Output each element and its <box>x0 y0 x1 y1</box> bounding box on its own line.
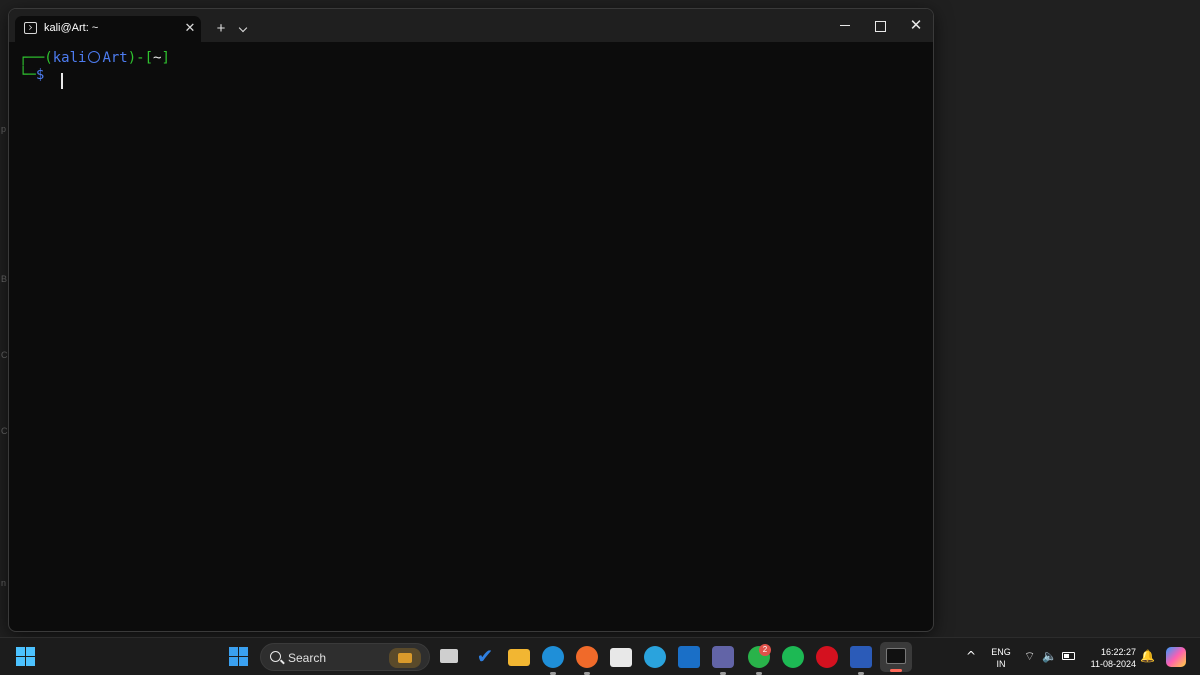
prompt-end: ] <box>161 50 170 66</box>
input-line: └─$ <box>19 66 44 84</box>
notification-badge: 2 <box>759 644 771 656</box>
tab-title: kali@Art: ~ <box>44 22 99 34</box>
minimize-button[interactable] <box>827 15 863 37</box>
search-input[interactable]: Search <box>260 643 430 671</box>
prompt-symbol: $ <box>35 67 45 83</box>
wifi-icon[interactable]: ⌔ <box>1024 649 1035 663</box>
file-explorer-icon[interactable] <box>508 649 530 666</box>
store-icon[interactable] <box>610 648 632 667</box>
clock-date: 11-08-2024 <box>1090 659 1136 669</box>
copilot-icon[interactable] <box>1166 647 1186 667</box>
telegram-icon[interactable] <box>644 646 666 668</box>
desktop-glimpse: p <box>1 124 7 134</box>
desktop-glimpse: C <box>1 350 8 360</box>
search-highlight-icon <box>389 648 421 668</box>
close-button[interactable]: ✕ <box>898 15 933 37</box>
prompt-line: ┌──(kali Art)-[~] <box>19 49 170 67</box>
kali-skull-icon <box>88 51 101 63</box>
desktop-glimpse: n <box>1 578 7 588</box>
maximize-button[interactable] <box>862 15 898 37</box>
prompt-host: Art <box>102 50 128 66</box>
windows-start-icon[interactable] <box>16 647 36 667</box>
battery-icon[interactable] <box>1062 652 1075 660</box>
tray-overflow-chevron-icon[interactable]: ^ <box>966 649 976 663</box>
spotify-icon[interactable] <box>782 646 804 668</box>
terminal-tab[interactable]: kali@Art: ~ ✕ <box>15 16 201 42</box>
language-indicator[interactable]: ENG IN <box>988 646 1014 670</box>
taskbar: Search ✔ 2 ^ ENG IN ⌔ 🔈 16:22:27 11-08-2… <box>0 637 1200 675</box>
clock[interactable]: 16:22:27 11-08-2024 <box>1084 646 1136 670</box>
text-cursor <box>61 73 63 89</box>
terminal-tab-icon <box>24 22 37 34</box>
terminal-icon <box>886 648 906 664</box>
terminal-output[interactable]: ┌──(kali Art)-[~] └─$ <box>19 49 919 619</box>
prompt-corner-bottom: └─ <box>19 67 36 83</box>
search-icon <box>270 651 281 662</box>
search-label: Search <box>288 651 327 665</box>
desktop: p B C C n kali@Art: ~ ✕ + ✕ ┌──(kali Art)… <box>0 0 1200 637</box>
prompt-corner-top: ┌──( <box>19 50 53 66</box>
word-icon[interactable] <box>850 646 872 668</box>
prompt-user: kali <box>52 50 87 66</box>
terminal-taskbar-button[interactable] <box>880 642 912 672</box>
language-code: ENG <box>991 647 1011 657</box>
new-tab-button[interactable]: + <box>212 20 230 38</box>
desktop-glimpse: C <box>1 426 8 436</box>
firefox-icon[interactable] <box>576 646 598 668</box>
tab-close-button[interactable]: ✕ <box>181 19 199 37</box>
opera-icon[interactable] <box>816 646 838 668</box>
title-bar[interactable]: kali@Art: ~ ✕ + ✕ <box>9 9 933 42</box>
todo-icon[interactable]: ✔ <box>474 646 496 668</box>
teams-icon[interactable] <box>712 646 734 668</box>
outlook-icon[interactable] <box>678 646 700 668</box>
terminal-window: kali@Art: ~ ✕ + ✕ ┌──(kali Art)-[~] └─$ <box>8 8 934 632</box>
windows-start-icon[interactable] <box>229 647 249 667</box>
edge-icon[interactable] <box>542 646 564 668</box>
tab-dropdown-button[interactable] <box>234 20 252 38</box>
desktop-glimpse: B <box>1 274 8 284</box>
volume-icon[interactable]: 🔈 <box>1042 649 1057 663</box>
bell-icon[interactable]: 🔔 <box>1140 649 1155 663</box>
region-code: IN <box>996 659 1006 669</box>
prompt-mid: )-[ <box>127 50 154 66</box>
clock-time: 16:22:27 <box>1100 647 1136 657</box>
task-view-icon[interactable] <box>440 649 458 663</box>
active-indicator <box>890 669 902 672</box>
